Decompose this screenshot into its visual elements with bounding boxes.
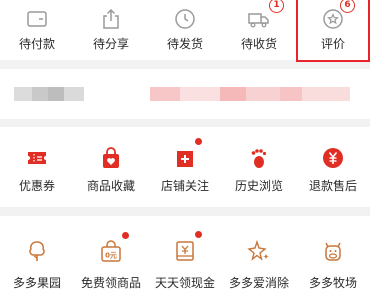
yen-icon — [323, 148, 343, 168]
daily-cash-entry[interactable]: 天天领现金 — [148, 216, 222, 300]
free-goods-dot — [122, 232, 129, 239]
free-bag-icon: 0元 — [101, 240, 121, 262]
match-game-label: 多多爱消除 — [228, 276, 289, 290]
sparkle-star-icon — [247, 239, 269, 261]
blurred-block — [32, 87, 48, 101]
history-label: 历史浏览 — [234, 179, 283, 193]
footprint-icon — [251, 149, 267, 168]
daily-cash-label: 天天领现金 — [154, 276, 215, 290]
order-pending-share-label: 待分享 — [92, 37, 129, 51]
match-game-entry[interactable]: 多多爱消除 — [222, 216, 296, 300]
blurred-block — [48, 87, 64, 101]
truck-icon — [248, 13, 269, 28]
orchard-label: 多多果园 — [12, 276, 61, 290]
ranch-entry[interactable]: 多多牧场 — [296, 216, 370, 300]
coupons-label: 优惠券 — [18, 179, 55, 193]
order-pending-share[interactable]: 待分享 — [74, 0, 148, 60]
wallet-icon — [27, 11, 47, 27]
tools-bar: 优惠券 商品收藏 店铺关注 历史浏览 退款售后 — [0, 127, 370, 207]
orders-bar: 待付款 待分享 待发货 1 待收货 6 评价 — [0, 0, 370, 62]
coupons-entry[interactable]: 优惠券 — [0, 127, 74, 207]
free-goods-label: 免费领商品 — [80, 276, 141, 290]
order-pending-receive[interactable]: 1 待收货 — [222, 0, 296, 60]
cow-icon — [325, 242, 341, 261]
blurred-info-row[interactable] — [0, 69, 370, 119]
order-pending-payment-label: 待付款 — [18, 37, 55, 51]
bag-heart-icon — [103, 147, 119, 168]
refund-label: 退款售后 — [308, 179, 357, 193]
order-pending-ship[interactable]: 待发货 — [148, 0, 222, 60]
blurred-block — [64, 87, 84, 101]
share-icon — [103, 8, 119, 29]
cash-icon — [176, 241, 194, 261]
order-pending-payment[interactable]: 待付款 — [0, 0, 74, 60]
tree-icon — [29, 241, 45, 261]
clock-icon — [175, 9, 195, 29]
apps-bar: 多多果园 0元 免费领商品 天天领现金 多多爱消除 多多牧场 — [0, 216, 370, 300]
pending-receive-count-badge: 1 — [269, 0, 284, 13]
blurred-block — [14, 87, 32, 101]
daily-cash-dot — [195, 231, 202, 238]
blurred-block — [246, 87, 280, 101]
blurred-block — [220, 87, 246, 101]
store-plus-icon — [177, 151, 193, 167]
blurred-block — [180, 87, 220, 101]
followed-stores-label: 店铺关注 — [160, 179, 209, 193]
order-pending-receive-label: 待收货 — [240, 37, 277, 51]
svg-text:0元: 0元 — [105, 252, 117, 260]
coupon-icon — [28, 152, 46, 164]
followed-stores-entry[interactable]: 店铺关注 — [148, 127, 222, 207]
blurred-block — [280, 87, 302, 101]
refund-entry[interactable]: 退款售后 — [296, 127, 370, 207]
blurred-block — [150, 87, 180, 101]
orchard-entry[interactable]: 多多果园 — [0, 216, 74, 300]
followed-stores-dot — [195, 138, 202, 145]
review-highlight-box — [296, 0, 370, 62]
favorites-entry[interactable]: 商品收藏 — [74, 127, 148, 207]
blurred-block — [302, 87, 350, 101]
free-goods-entry[interactable]: 0元 免费领商品 — [74, 216, 148, 300]
history-entry[interactable]: 历史浏览 — [222, 127, 296, 207]
favorites-label: 商品收藏 — [86, 179, 135, 193]
order-pending-ship-label: 待发货 — [166, 37, 203, 51]
ranch-label: 多多牧场 — [308, 276, 357, 290]
